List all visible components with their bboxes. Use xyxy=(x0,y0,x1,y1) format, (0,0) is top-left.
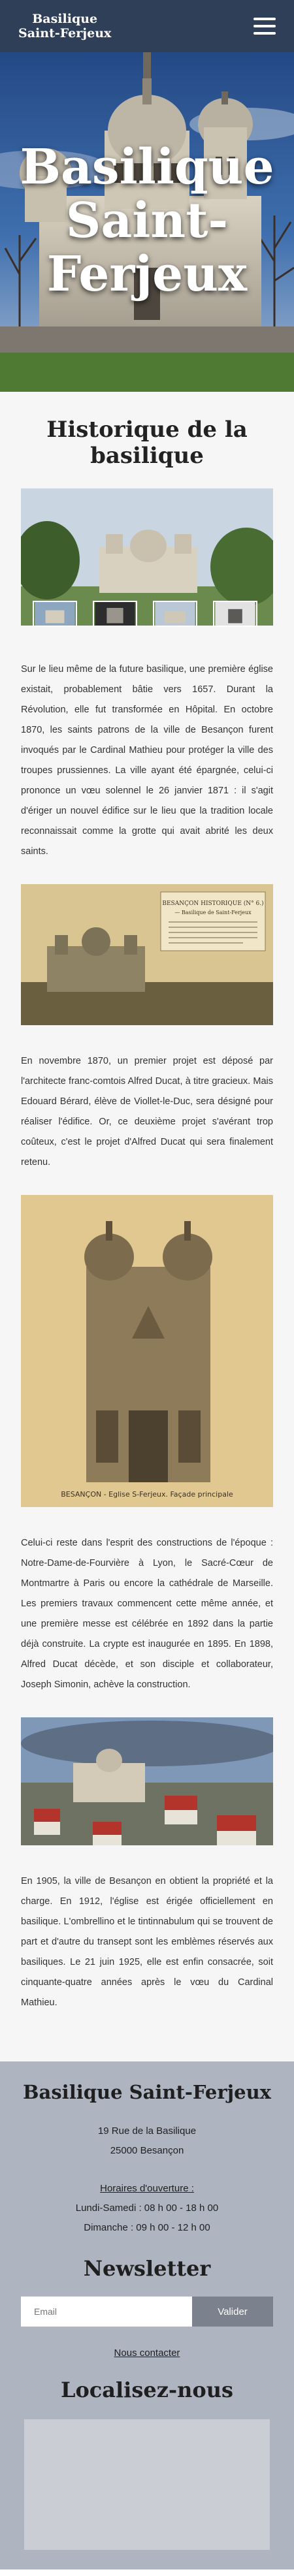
vintage-postcard-image: BESANÇON HISTORIQUE (N° 6.) — Basilique … xyxy=(21,884,273,1025)
postcard-header-text: BESANÇON HISTORIQUE (N° 6.) xyxy=(162,900,263,907)
postcard-caption: BESANÇON - Eglise S-Ferjeux. Façade prin… xyxy=(61,1490,233,1499)
hours-sunday: Dimanche : 09 h 00 - 12 h 00 xyxy=(84,2222,210,2233)
site-logo[interactable]: Basilique Saint-Ferjeux xyxy=(18,12,111,40)
menu-icon[interactable] xyxy=(253,18,276,35)
gallery-thumbnail[interactable] xyxy=(153,601,197,627)
history-section: Historique de la basilique Sur le lieu m… xyxy=(0,392,294,2061)
map-placeholder[interactable] xyxy=(24,2419,270,2550)
site-header: Basilique Saint-Ferjeux xyxy=(0,0,294,52)
gallery-thumbnails xyxy=(33,601,257,627)
history-paragraph-2: En novembre 1870, un premier projet est … xyxy=(21,1056,273,1168)
gallery-thumbnail[interactable] xyxy=(93,601,137,627)
hero-title: Basilique Saint-Ferjeux xyxy=(20,139,274,302)
section-title: Historique de la basilique xyxy=(46,417,248,469)
facade-postcard-image: BESANÇON - Eglise S-Ferjeux. Façade prin… xyxy=(21,1195,273,1507)
history-paragraph-4: En 1905, la ville de Besançon en obtient… xyxy=(21,1876,273,2008)
newsletter-title: Newsletter xyxy=(83,2256,211,2281)
hours-weekdays: Lundi-Samedi : 08 h 00 - 18 h 00 xyxy=(75,2202,219,2214)
gallery-thumbnail[interactable] xyxy=(213,601,257,627)
image-gallery xyxy=(21,488,273,627)
map-title: Localisez-nous xyxy=(60,2377,234,2402)
history-paragraph-3: Celui-ci reste dans l'esprit des constru… xyxy=(21,1538,273,1690)
panorama-image xyxy=(21,1717,273,1845)
hours-title: Horaires d'ouverture : xyxy=(100,2183,194,2194)
email-input[interactable] xyxy=(21,2297,192,2327)
logo-line-2: Saint-Ferjeux xyxy=(18,26,112,40)
contact-link[interactable]: Nous contacter xyxy=(114,2347,180,2359)
hero-section: Basilique Saint-Ferjeux xyxy=(0,0,294,392)
submit-button[interactable]: Valider xyxy=(192,2297,273,2327)
logo-line-1: Basilique xyxy=(32,12,98,26)
history-paragraph-1: Sur le lieu même de la future basilique,… xyxy=(21,664,273,857)
newsletter-form: Valider xyxy=(21,2297,273,2327)
gallery-thumbnail[interactable] xyxy=(33,601,77,627)
address-line-2: 25000 Besançon xyxy=(110,2145,184,2156)
address-line-1: 19 Rue de la Basilique xyxy=(97,2125,197,2137)
footer-title: Basilique Saint-Ferjeux xyxy=(23,2081,271,2103)
postcard-subheader-text: — Basilique de Saint-Ferjeux xyxy=(174,910,252,915)
site-footer: Basilique Saint-Ferjeux 19 Rue de la Bas… xyxy=(0,2061,294,2569)
